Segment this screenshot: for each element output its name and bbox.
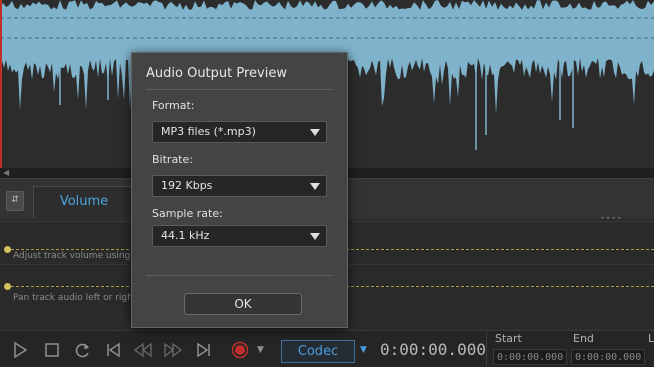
bitrate-select[interactable]: 192 Kbps xyxy=(152,175,327,197)
loop-icon[interactable] xyxy=(73,340,93,360)
chevron-down-icon xyxy=(310,183,320,190)
format-label: Format: xyxy=(152,99,195,112)
format-select-value: MP3 files (*.mp3) xyxy=(161,125,256,138)
fast-forward-icon[interactable] xyxy=(163,340,183,360)
skip-to-end-icon[interactable] xyxy=(194,340,214,360)
start-label: Start xyxy=(495,332,522,345)
end-label: End xyxy=(573,332,594,345)
chevron-down-icon xyxy=(310,233,320,240)
play-icon[interactable] xyxy=(10,340,30,360)
dialog-title-divider xyxy=(146,89,333,90)
codec-button[interactable]: Codec xyxy=(281,340,355,363)
pan-lane-hint: Pan track audio left or right xyxy=(13,293,137,303)
ok-button[interactable]: OK xyxy=(184,293,302,315)
sample-rate-select-value: 44.1 kHz xyxy=(161,229,210,242)
dialog-footer-divider xyxy=(146,275,333,276)
format-select[interactable]: MP3 files (*.mp3) xyxy=(152,121,327,143)
record-options-dropdown-icon[interactable]: ▼ xyxy=(257,345,264,355)
collapse-icon: ⇵ xyxy=(11,195,19,205)
chevron-down-icon xyxy=(310,129,320,136)
audio-output-preview-dialog: Audio Output Preview Format: MP3 files (… xyxy=(131,52,348,328)
scroll-left-icon[interactable]: ◀ xyxy=(3,168,9,178)
rewind-icon[interactable] xyxy=(133,340,153,360)
sample-rate-select[interactable]: 44.1 kHz xyxy=(152,225,327,247)
pan-envelope-point[interactable] xyxy=(4,283,11,290)
collapse-panel-button[interactable]: ⇵ xyxy=(6,191,24,211)
dialog-title: Audio Output Preview xyxy=(146,66,287,81)
record-icon[interactable] xyxy=(230,340,250,360)
bitrate-label: Bitrate: xyxy=(152,153,193,166)
start-time-field[interactable]: 0:00:00.000 xyxy=(493,349,567,365)
transport-divider xyxy=(486,332,487,366)
current-timecode: 0:00:00.000 xyxy=(380,340,486,359)
length-label: L xyxy=(648,332,654,345)
skip-to-start-icon[interactable] xyxy=(103,340,123,360)
tab-volume[interactable]: Volume xyxy=(33,186,135,218)
sample-rate-label: Sample rate: xyxy=(152,207,223,220)
volume-envelope-point[interactable] xyxy=(4,246,11,253)
bitrate-select-value: 192 Kbps xyxy=(161,179,213,192)
stop-icon[interactable] xyxy=(42,340,62,360)
end-time-field[interactable]: 0:00:00.000 xyxy=(571,349,645,365)
codec-dropdown-icon[interactable]: ▼ xyxy=(360,345,367,355)
